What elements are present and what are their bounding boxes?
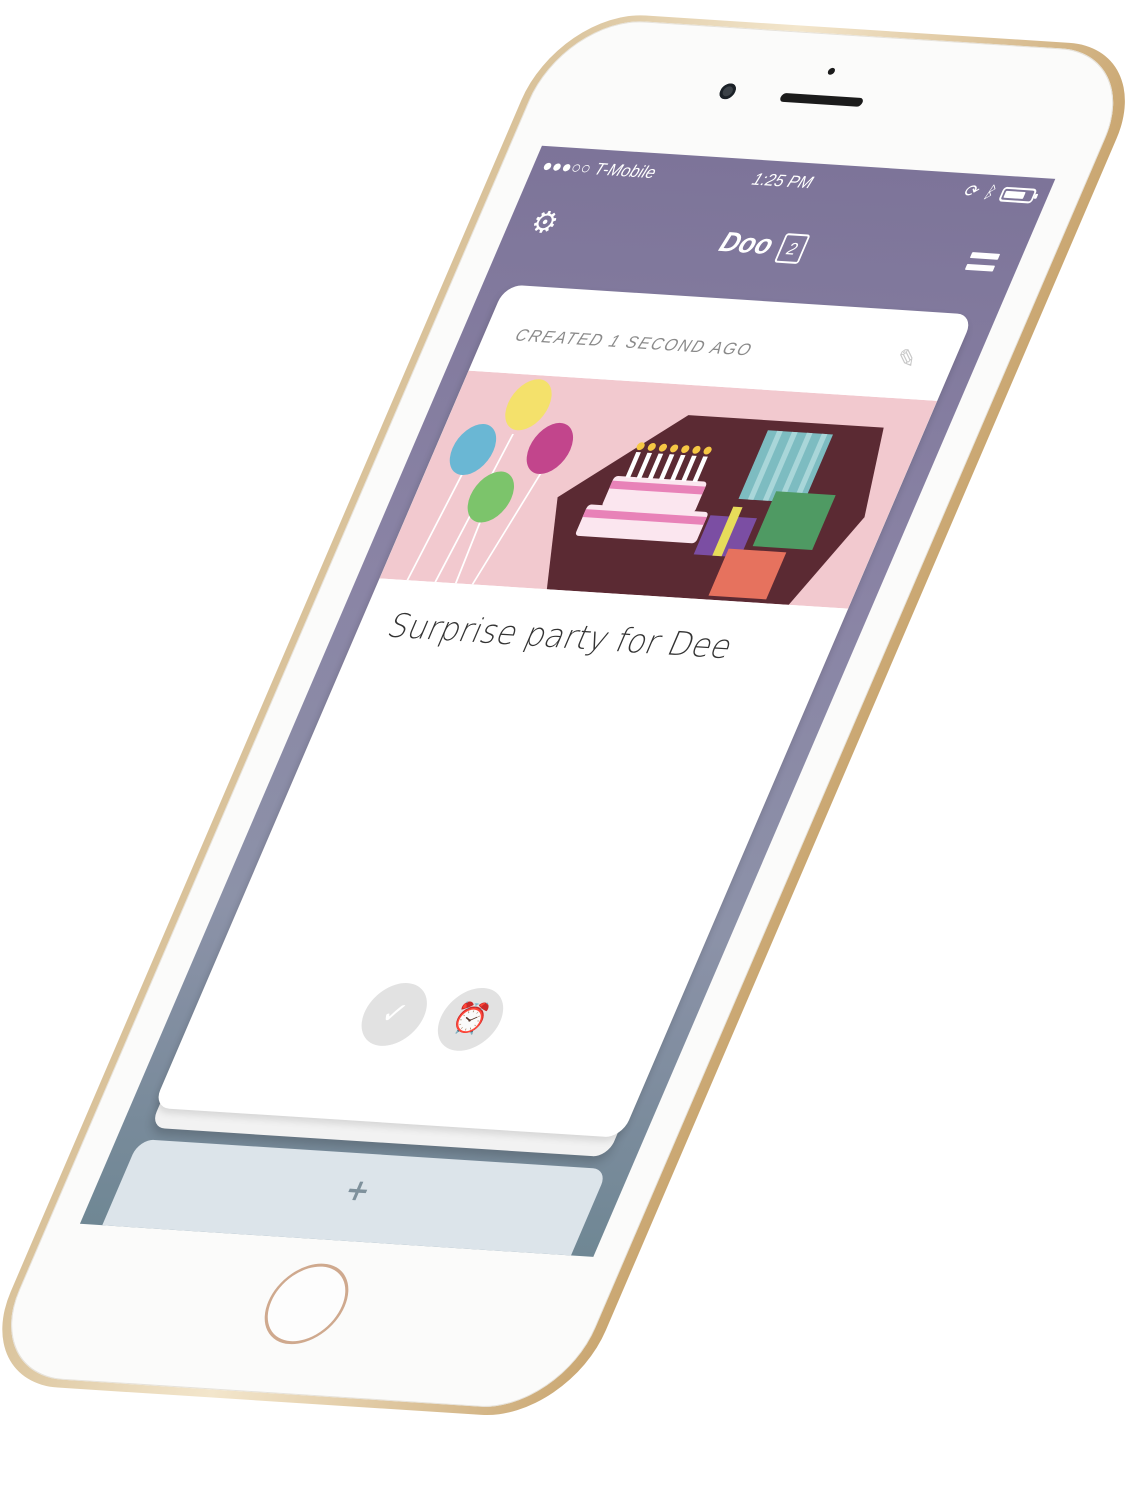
card-created-meta: Created 1 second ago	[512, 325, 757, 360]
plus-icon[interactable]: +	[116, 1159, 599, 1224]
app-title: Doo	[714, 226, 779, 260]
home-button[interactable]	[251, 1261, 362, 1347]
nav-title-group: Doo 2	[500, 212, 1027, 277]
add-task-panel[interactable]: +	[93, 1139, 608, 1257]
phone-face: ●●●○○ T-Mobile 1:25 PM ⟳ ᛒ ⚙ Doo 2 CREAT…	[0, 16, 1142, 1412]
bluetooth-icon: ᛒ	[980, 182, 998, 202]
earpiece-speaker	[778, 92, 865, 107]
checkmark-icon[interactable]: ✓	[351, 981, 438, 1048]
card-title: Surprise party for Dee	[381, 605, 740, 667]
status-time: 1:25 PM	[749, 169, 817, 193]
edit-icon[interactable]: ✎	[890, 344, 923, 375]
battery-fill	[1003, 190, 1026, 199]
alarm-clock-icon[interactable]: ⏰	[427, 986, 514, 1053]
rotation-lock-icon: ⟳	[959, 181, 982, 201]
front-camera-icon	[716, 83, 739, 100]
carrier-label: ●●●○○ T-Mobile	[539, 156, 660, 183]
birthday-party-illustration	[379, 370, 938, 609]
phone-wrapper: ●●●○○ T-Mobile 1:25 PM ⟳ ᛒ ⚙ Doo 2 CREAT…	[0, 0, 1144, 1510]
status-right-group: ⟳ ᛒ	[959, 181, 1039, 205]
menu-bar-bottom	[964, 263, 996, 272]
battery-icon	[998, 186, 1038, 204]
card-actions: ✓ ⏰	[185, 970, 681, 1063]
app-screen: ●●●○○ T-Mobile 1:25 PM ⟳ ᛒ ⚙ Doo 2 CREAT…	[79, 145, 1056, 1257]
task-count-badge: 2	[774, 232, 812, 264]
task-card[interactable]: Created 1 second ago ✎	[152, 284, 975, 1138]
sensor-dot	[826, 67, 837, 75]
menu-bar-top	[969, 252, 1001, 260]
phone-device: ●●●○○ T-Mobile 1:25 PM ⟳ ᛒ ⚙ Doo 2 CREAT…	[0, 10, 1144, 1421]
